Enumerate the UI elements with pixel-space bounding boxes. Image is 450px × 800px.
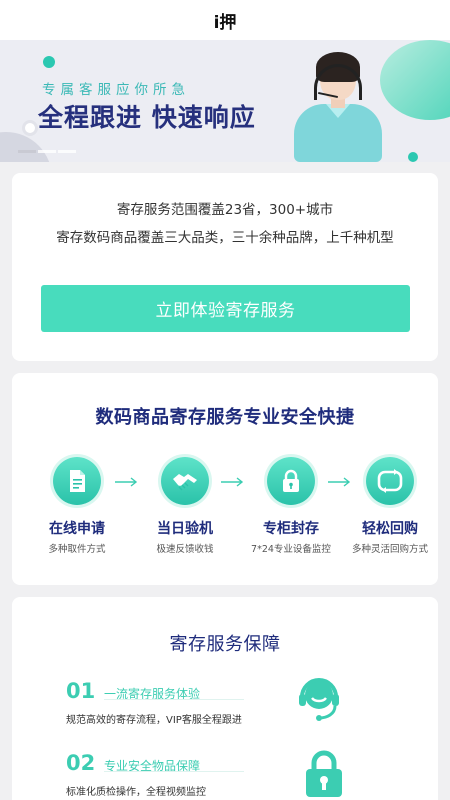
try-storage-service-button[interactable]: 立即体验寄存服务: [41, 285, 410, 332]
padlock-icon: [306, 750, 342, 797]
carousel-dot[interactable]: [58, 150, 76, 153]
item-number: 02: [66, 751, 96, 775]
step-same-day-inspection: 当日验机 极速反馈收钱: [130, 457, 240, 555]
top-bar: i押: [0, 0, 450, 40]
step-desc: 多种取件方式: [48, 544, 106, 555]
decor-dot: [22, 120, 38, 136]
step-easy-buyback: 轻松回购 多种灵活回购方式: [335, 457, 445, 555]
promo-banner[interactable]: 专属客服应你所急 全程跟进 快速响应: [0, 40, 450, 162]
item-number: 01: [66, 679, 96, 703]
step-desc: 极速反馈收钱: [156, 544, 214, 555]
divider: [104, 699, 244, 700]
intro-card: 寄存服务范围覆盖23省，300+城市 寄存数码商品覆盖三大品类，三十余种品牌，上…: [12, 173, 438, 361]
step-online-apply: 在线申请 多种取件方式: [22, 457, 132, 555]
category-text: 寄存数码商品覆盖三大品类，三十余种品牌，上千种机型: [56, 230, 394, 246]
step-name: 当日验机: [157, 521, 213, 537]
decor-dot: [43, 56, 55, 68]
decor-dot: [408, 152, 418, 162]
decor-circle: [0, 132, 52, 162]
app-title: i押: [213, 12, 237, 33]
step-desc: 多种灵活回购方式: [351, 544, 428, 555]
step-desc: 7*24专业设备监控: [251, 544, 331, 555]
handshake-icon: [161, 457, 209, 505]
process-heading: 数码商品寄存服务专业安全快捷: [95, 407, 355, 428]
process-card: 数码商品寄存服务专业安全快捷 在线申请 多种取件方式 当日验机 极速反馈收钱 专…: [12, 373, 438, 585]
divider: [104, 771, 244, 772]
headset-icon: [299, 678, 339, 721]
document-icon: [53, 457, 101, 505]
step-locker-seal: 专柜封存 7*24专业设备监控: [236, 457, 346, 555]
banner-headline: 全程跟进 快速响应: [38, 103, 256, 132]
lock-icon: [267, 457, 315, 505]
item-desc: 规范高效的寄存流程，VIP客服全程跟进: [66, 715, 242, 726]
guarantee-heading: 寄存服务保障: [169, 634, 281, 655]
coverage-text: 寄存服务范围覆盖23省，300+城市: [116, 202, 334, 218]
banner-subtitle: 专属客服应你所急: [42, 82, 190, 98]
step-name: 在线申请: [49, 521, 105, 537]
refresh-icon: [366, 457, 414, 505]
step-name: 专柜封存: [263, 521, 319, 537]
item-desc: 标准化质检操作，全程视频监控: [66, 787, 206, 798]
carousel-dot[interactable]: [38, 150, 56, 153]
step-name: 轻松回购: [362, 521, 418, 537]
guarantee-card: 寄存服务保障 01 一流寄存服务体验 规范高效的寄存流程，VIP客服全程跟进 0…: [12, 597, 438, 800]
carousel-dot-active[interactable]: [18, 150, 36, 153]
customer-service-agent-image: [286, 50, 396, 162]
carousel-indicator[interactable]: [18, 150, 76, 153]
